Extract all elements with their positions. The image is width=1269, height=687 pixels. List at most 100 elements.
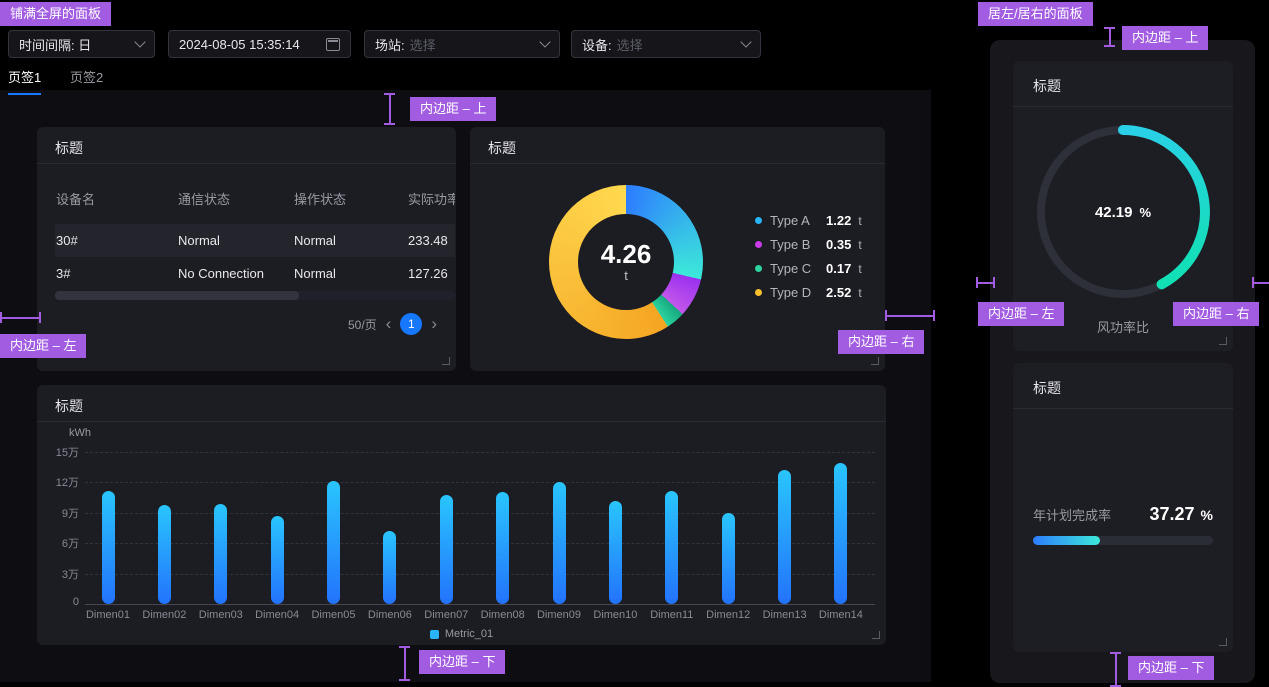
donut-legend: Type A1.22tType B0.35tType C0.17tType D2… — [755, 213, 862, 300]
x-axis-category-label: Dimen12 — [706, 609, 750, 621]
page-1-button[interactable]: 1 — [400, 313, 422, 335]
legend-unit: t — [858, 214, 861, 228]
legend-name: Metric_01 — [445, 628, 493, 640]
device-table-wrap: 设备名通信状态操作状态实际功率 30#NormalNormal233.483#N… — [55, 172, 455, 290]
donut-center-unit: t — [624, 268, 628, 283]
resize-handle[interactable] — [1219, 337, 1227, 345]
interval-select[interactable]: 时间间隔: 日 — [8, 30, 155, 58]
station-select-label: 场站: — [375, 35, 405, 54]
device-select-placeholder: 选择 — [617, 35, 643, 54]
column-header: 设备名 — [55, 172, 177, 224]
donut-card: 标题 4.26 t Type A1.22t Type B0.35t Type C0.… — [470, 127, 885, 371]
gauge-value: 42.19 — [1095, 204, 1133, 221]
datetime-value: 2024-08-05 15:35:14 — [179, 37, 300, 52]
progress-row: 年计划完成率 37.27% — [1033, 504, 1213, 525]
scrollbar-thumb[interactable] — [55, 291, 299, 300]
resize-handle[interactable] — [871, 357, 879, 365]
x-axis-category-label: Dimen11 — [650, 609, 693, 621]
padding-right-beam-right-panel — [1252, 277, 1269, 288]
x-axis-category-label: Dimen03 — [199, 609, 243, 621]
x-axis-category-label: Dimen07 — [424, 609, 468, 621]
column-header: 通信状态 — [177, 172, 293, 224]
y-axis-tick: 9万 — [37, 505, 79, 521]
station-select-placeholder: 选择 — [410, 35, 436, 54]
legend-unit: t — [858, 286, 861, 300]
prev-page-button[interactable]: ‹ — [386, 314, 392, 334]
legend-name: Type B — [770, 237, 822, 252]
x-axis-category-label: Dimen04 — [255, 609, 299, 621]
padding-left-beam-right-panel — [976, 277, 995, 288]
bar — [440, 495, 453, 604]
legend-name: Type A — [770, 213, 822, 228]
legend-item[interactable]: Type B0.35t — [755, 237, 862, 252]
padding-top-beam-right — [1104, 27, 1115, 47]
bar-chart: Dimen01Dimen02Dimen03Dimen04Dimen05Dimen… — [85, 452, 875, 604]
table-cell: Normal — [177, 224, 293, 257]
device-select[interactable]: 设备: 选择 — [571, 30, 761, 58]
donut-card-title: 标题 — [470, 127, 885, 164]
legend-dot-icon — [755, 265, 762, 272]
bar-chart-card: 标题 kWh Dimen01Dimen02Dimen03Dimen04Dimen… — [37, 385, 886, 645]
gridline — [85, 452, 875, 453]
horizontal-scrollbar — [55, 291, 455, 300]
table-cell: 233.48 — [407, 224, 455, 257]
annotation-padding-left-right-panel: 内边距 – 左 — [978, 302, 1064, 326]
bar-card-title: 标题 — [37, 385, 886, 422]
x-axis-category-label: Dimen09 — [537, 609, 581, 621]
next-page-button[interactable]: › — [431, 314, 437, 334]
table-cell: Normal — [293, 224, 407, 257]
interval-select-value: 时间间隔: 日 — [19, 35, 91, 54]
table-row[interactable]: 30#NormalNormal233.48 — [55, 224, 455, 257]
x-axis-category-label: Dimen06 — [368, 609, 412, 621]
padding-left-beam — [0, 312, 41, 323]
progress-value: 37.27% — [1150, 504, 1214, 525]
x-axis-line — [85, 604, 875, 605]
annotation-padding-right-right-panel: 内边距 – 右 — [1173, 302, 1259, 326]
y-axis-tick: 3万 — [37, 566, 79, 582]
bar — [496, 492, 509, 605]
y-axis-tick: 0 — [37, 596, 79, 608]
legend-item[interactable]: Type A1.22t — [755, 213, 862, 228]
y-axis-tick: 12万 — [37, 474, 79, 490]
progress-bar — [1033, 536, 1213, 545]
table-cell: Normal — [293, 257, 407, 290]
legend-dot-icon — [755, 217, 762, 224]
legend-unit: t — [858, 238, 861, 252]
x-axis-category-label: Dimen01 — [86, 609, 130, 621]
gridline — [85, 482, 875, 483]
datetime-picker[interactable]: 2024-08-05 15:35:14 — [168, 30, 351, 58]
resize-handle[interactable] — [442, 357, 450, 365]
bar — [834, 463, 847, 604]
progress-card: 标题 年计划完成率 37.27% — [1013, 363, 1233, 652]
padding-bottom-beam — [399, 646, 410, 681]
gauge-center-value: 42.19 % — [1028, 117, 1218, 307]
resize-handle[interactable] — [1219, 638, 1227, 646]
x-axis-category-label: Dimen13 — [763, 609, 807, 621]
bar — [271, 516, 284, 604]
pagination: 50/页 ‹ 1 › — [348, 313, 437, 335]
annotation-padding-right: 内边距 – 右 — [838, 330, 924, 354]
bar — [665, 491, 678, 605]
annotation-padding-bottom-right: 内边距 – 下 — [1128, 656, 1214, 680]
legend-item[interactable]: Type D2.52t — [755, 285, 862, 300]
annotation-fullscreen-panel: 铺满全屏的面板 — [0, 2, 111, 26]
device-table: 设备名通信状态操作状态实际功率 30#NormalNormal233.483#N… — [55, 172, 455, 290]
legend-unit: t — [858, 262, 861, 276]
donut-center-value: 4.26 — [601, 241, 652, 268]
legend-value: 2.52 — [826, 285, 851, 300]
progress-card-title: 标题 — [1013, 363, 1233, 409]
tab-1[interactable]: 页签1 — [8, 67, 41, 95]
resize-handle[interactable] — [872, 631, 880, 639]
tab-2[interactable]: 页签2 — [70, 67, 103, 93]
bar — [214, 504, 227, 604]
padding-bottom-beam-right — [1110, 652, 1121, 687]
page-size-select[interactable]: 50/页 — [348, 316, 377, 333]
table-row[interactable]: 3#No ConnectionNormal127.26 — [55, 257, 455, 290]
table-card: 标题 设备名通信状态操作状态实际功率 30#NormalNormal233.48… — [37, 127, 456, 371]
gauge-unit: % — [1139, 205, 1151, 220]
legend-item[interactable]: Type C0.17t — [755, 261, 862, 276]
legend-swatch-icon — [430, 630, 439, 639]
station-select[interactable]: 场站: 选择 — [364, 30, 560, 58]
bar-chart-legend[interactable]: Metric_01 — [37, 628, 886, 640]
calendar-icon — [326, 38, 340, 51]
